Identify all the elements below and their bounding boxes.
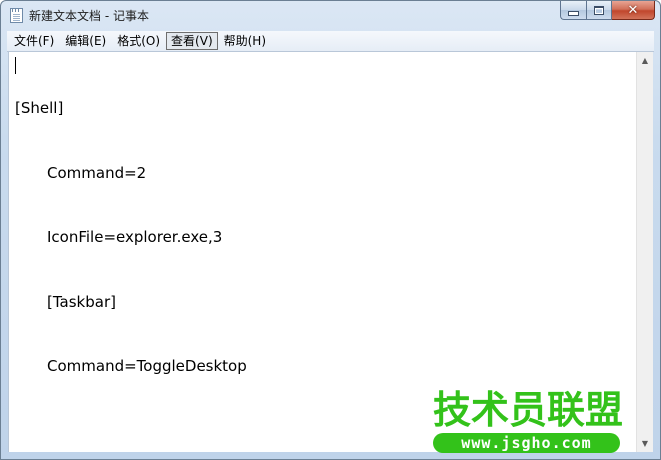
minimize-icon <box>568 11 579 16</box>
minimize-button[interactable] <box>560 1 586 20</box>
notepad-window: 新建文本文档 - 记事本 ✕ 文件(F) 编辑(E) 格式(O) 查看(V) 帮… <box>0 0 661 460</box>
text-caret <box>15 57 16 74</box>
menu-view[interactable]: 查看(V) <box>166 32 218 50</box>
text-line: Command=2 <box>47 163 147 182</box>
maximize-button[interactable] <box>586 1 612 20</box>
maximize-icon <box>594 5 604 15</box>
text-line: Command=ToggleDesktop <box>47 357 247 375</box>
menu-file[interactable]: 文件(F) <box>9 32 59 50</box>
watermark-logo: 技术员联盟 www.jsgho.com <box>433 389 623 455</box>
close-icon: ✕ <box>627 2 639 18</box>
vertical-scrollbar[interactable]: ▲ ▼ <box>636 52 653 452</box>
text-line: [Taskbar] <box>47 292 116 311</box>
text-line: IconFile=explorer.exe,3 <box>47 228 223 246</box>
menu-help[interactable]: 帮助(H) <box>219 32 271 50</box>
text-line: [Shell] <box>15 99 64 117</box>
watermark-url: www.jsgho.com <box>461 434 592 452</box>
scroll-down-icon[interactable]: ▼ <box>637 435 653 452</box>
watermark-url-badge: www.jsgho.com <box>433 433 620 453</box>
scroll-up-icon[interactable]: ▲ <box>637 52 653 69</box>
close-button[interactable]: ✕ <box>612 1 655 20</box>
menu-format[interactable]: 格式(O) <box>112 32 165 50</box>
watermark-title: 技术员联盟 <box>433 388 624 432</box>
window-title: 新建文本文档 - 记事本 <box>29 9 149 23</box>
caption-buttons: ✕ <box>560 1 655 21</box>
notepad-icon[interactable] <box>10 8 23 23</box>
menu-edit[interactable]: 编辑(E) <box>60 32 111 50</box>
menu-bar: 文件(F) 编辑(E) 格式(O) 查看(V) 帮助(H) <box>7 31 654 52</box>
editor-content[interactable]: [Shell] Command=2 IconFile=explorer.exe,… <box>15 55 247 421</box>
title-bar[interactable]: 新建文本文档 - 记事本 ✕ <box>1 1 660 31</box>
